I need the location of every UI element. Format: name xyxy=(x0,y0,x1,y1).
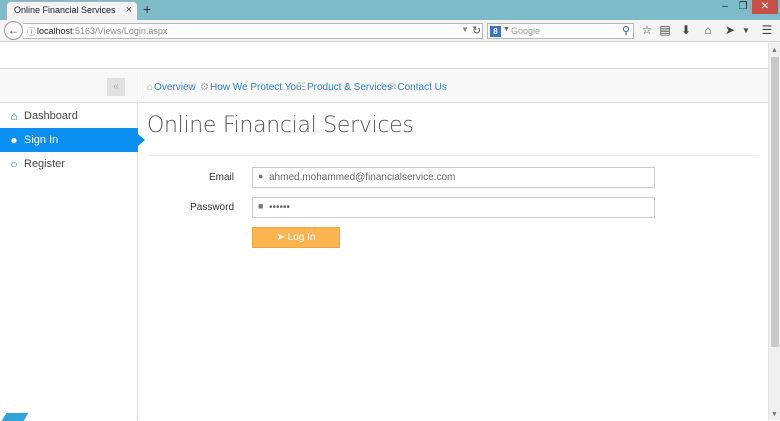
bookmarks-toolbar xyxy=(0,42,780,69)
scrollbar-thumb[interactable] xyxy=(771,57,779,347)
email-field[interactable] xyxy=(269,170,649,185)
bookmark-star-icon[interactable]: ☆ xyxy=(639,22,655,39)
browser-navbar: ← ⓘ localhost:5163/Views/Login.aspx ▼ ↻ … xyxy=(0,20,780,42)
nav-link-protect[interactable]: ⚙How We Protect You xyxy=(200,82,302,93)
user-icon: ● xyxy=(10,133,18,147)
sidebar-item-register[interactable]: ○ Register xyxy=(0,152,138,176)
tab-close-icon[interactable]: × xyxy=(126,4,132,16)
nav-link-products[interactable]: ☷Product & Services xyxy=(297,82,392,93)
sidebar-header: « xyxy=(0,70,138,103)
back-arrow-icon[interactable]: ← xyxy=(4,21,23,40)
scroll-up-icon[interactable]: ▲ xyxy=(771,47,778,54)
browser-titlebar: Online Financial Services × + – ❐ ✕ xyxy=(0,0,780,20)
page-title: Online Financial Services xyxy=(147,113,414,138)
users-icon: ○ xyxy=(10,157,18,171)
breadcrumb-separator: / xyxy=(380,82,383,93)
menu-icon[interactable]: ☰ xyxy=(759,22,775,39)
sidebar-item-label: Register xyxy=(24,158,65,170)
sidebar-item-sign-in[interactable]: ● Sign In xyxy=(0,128,145,152)
search-input[interactable]: Google xyxy=(511,26,540,36)
home-icon[interactable]: ⌂ xyxy=(700,22,716,39)
sidebar-item-label: Sign In xyxy=(24,134,59,146)
close-window-icon[interactable]: ✕ xyxy=(752,0,778,14)
arrow-circle-icon: ➤ xyxy=(276,232,285,243)
sidebar-collapse-icon[interactable]: « xyxy=(107,78,125,96)
email-label: Email xyxy=(208,172,234,183)
search-engine-dropdown-icon[interactable]: ▼ xyxy=(503,26,510,33)
search-engine-icon[interactable]: 8 xyxy=(490,26,501,37)
nav-link-overview[interactable]: ⌂Overview xyxy=(147,82,196,93)
title-divider xyxy=(147,155,759,156)
password-label: Password xyxy=(190,202,234,213)
scroll-down-icon[interactable]: ▼ xyxy=(771,411,778,418)
login-button[interactable]: ➤ Log In xyxy=(252,227,340,248)
reload-icon[interactable]: ↻ xyxy=(472,24,481,37)
url-bar[interactable]: ⓘ localhost:5163/Views/Login.aspx ▼ ↻ xyxy=(23,23,483,39)
breadcrumb: ⌂Overview / ⚙How We Protect You / ☷Produ… xyxy=(139,70,768,103)
home-icon: ⌂ xyxy=(10,109,18,123)
search-bar[interactable]: 8 ▼ Google ⚲ xyxy=(487,23,634,39)
minimize-icon[interactable]: – xyxy=(717,0,733,14)
nav-link-contact[interactable]: ✉Contact Us xyxy=(388,82,447,93)
key-icon: ⚙ xyxy=(200,82,209,93)
addon-icon[interactable]: ➤ xyxy=(722,22,738,39)
user-icon: ● xyxy=(258,171,264,181)
breadcrumb-separator: / xyxy=(289,82,292,93)
paperclip-icon: ✉ xyxy=(388,82,397,93)
maximize-icon[interactable]: ❐ xyxy=(735,0,751,14)
site-info-icon[interactable]: ⓘ xyxy=(27,25,36,38)
url-dropdown-icon[interactable]: ▼ xyxy=(461,25,469,34)
new-tab-button[interactable]: + xyxy=(143,1,151,17)
lock-icon: ■ xyxy=(258,201,264,211)
login-button-label: Log In xyxy=(287,232,316,243)
addon-dropdown-icon[interactable]: ▼ xyxy=(738,22,754,39)
page-scrollbar[interactable]: ▲ ▼ xyxy=(768,43,780,420)
password-field-wrapper: ■ xyxy=(252,197,655,218)
sidebar: « ⌂ Dashboard ● Sign In ○ Register xyxy=(0,70,145,421)
search-icon[interactable]: ⚲ xyxy=(622,24,630,37)
breadcrumb-separator: / xyxy=(192,82,195,93)
browser-tab[interactable]: Online Financial Services × xyxy=(6,1,138,20)
sidebar-item-label: Dashboard xyxy=(24,110,78,122)
email-field-wrapper: ● xyxy=(252,167,655,188)
url-text[interactable]: localhost:5163/Views/Login.aspx xyxy=(37,26,167,36)
tab-title: Online Financial Services xyxy=(14,5,116,15)
cart-icon: ☷ xyxy=(297,82,306,93)
download-icon[interactable]: ⬇ xyxy=(678,22,694,39)
bookmarks-list-icon[interactable]: ▤ xyxy=(657,22,673,39)
home-icon: ⌂ xyxy=(147,82,154,93)
password-field[interactable] xyxy=(269,200,649,215)
sidebar-item-dashboard[interactable]: ⌂ Dashboard xyxy=(0,104,138,128)
